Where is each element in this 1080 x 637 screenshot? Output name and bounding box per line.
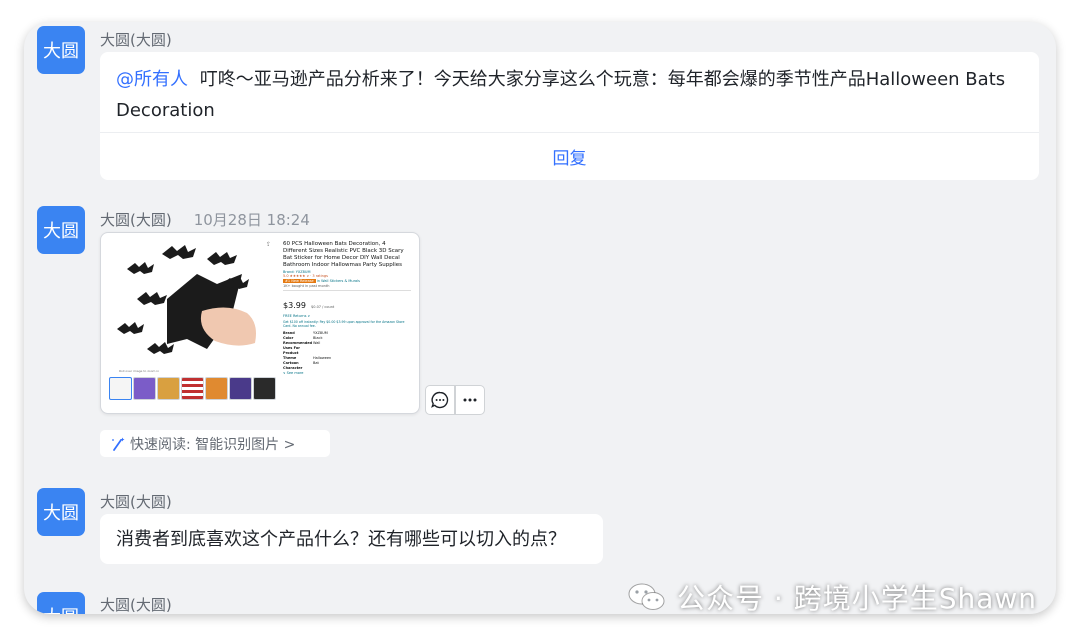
bat-product-image [117, 245, 256, 354]
returns-link: FREE Returns ∨ [283, 314, 311, 318]
thumbnail[interactable] [229, 377, 252, 400]
sender-line: 大圆(大圆) 10月28日 18:24 [100, 209, 310, 230]
thumbnail[interactable] [109, 377, 132, 400]
watermark-text: 公众号 · 跨境小学生Shawn [677, 582, 1038, 615]
bestseller-row: #1 New Release in Wall Stickers & Murals [283, 279, 411, 283]
product-rating: 5.0 ★★★★★ ∨ · 3 ratings [283, 274, 328, 278]
product-info: 60 PCS Halloween Bats Decoration, 4 Diff… [283, 241, 411, 375]
price-row: $3.99 $0.07 / count [283, 293, 411, 312]
sender-name[interactable]: 大圆(大圆) [100, 594, 172, 614]
thumbnail[interactable] [133, 377, 156, 400]
bought-count: 1K+ bought in past month [283, 284, 330, 288]
message-body: 叮咚～亚马逊产品分析来了！今天给大家分享这么个玩意：每年都会爆的季节性产品Hal… [116, 69, 1006, 121]
product-title: 60 PCS Halloween Bats Decoration, 4 Diff… [283, 241, 404, 268]
quick-read-button[interactable]: 快速阅读: 智能识别图片 > [100, 430, 330, 457]
message-text: 消费者到底喜欢这个产品什么？还有哪些可以切入的点？ [116, 529, 566, 550]
wechat-icon [628, 583, 665, 610]
avatar[interactable]: 大圆 [37, 488, 85, 536]
comment-button[interactable] [425, 385, 455, 415]
image-caption: Roll over image to zoom in [119, 369, 160, 373]
magic-wand-icon [112, 437, 125, 451]
comment-icon [431, 391, 449, 409]
thumbnail[interactable] [253, 377, 276, 400]
message-time: 10月28日 18:24 [193, 211, 310, 229]
spec-row: Recommended Uses For Product Wall [283, 341, 321, 355]
image-message[interactable]: Roll over image to zoom in ⇪ 60 PCS Hall… [100, 232, 420, 414]
see-more-link: ∨ See more [283, 371, 304, 375]
avatar[interactable]: 大圆 [37, 26, 85, 74]
watermark: 公众号 · 跨境小学生Shawn [627, 577, 1037, 617]
sender-name[interactable]: 大圆(大圆) [100, 491, 172, 512]
mention-all[interactable]: @所有人 [116, 69, 188, 90]
new-release-badge: #1 New Release [283, 279, 316, 283]
sender-name[interactable]: 大圆(大圆) [100, 29, 172, 50]
thumbnail[interactable] [181, 377, 204, 400]
spec-table: Brand YXZ8UM Color Black Recommended Uses … [283, 331, 411, 371]
share-icon: ⇪ [266, 241, 272, 248]
quick-read-label: 快速阅读: 智能识别图片 > [130, 436, 296, 453]
more-button[interactable] [455, 385, 485, 415]
promo-text: Get $100 off instantly: Pay $0.00 $3.99 … [283, 320, 405, 328]
reply-button[interactable]: 回复 [100, 132, 1039, 180]
message-bubble: 消费者到底喜欢这个产品什么？还有哪些可以切入的点？ [100, 514, 603, 564]
sender-name[interactable]: 大圆(大圆) [100, 211, 172, 229]
thumbnail[interactable] [205, 377, 228, 400]
avatar[interactable]: 大圆 [37, 206, 85, 254]
badge-category: in Wall Stickers & Murals [316, 279, 360, 283]
avatar[interactable]: 大圆 [37, 592, 85, 614]
more-dots-icon [463, 398, 477, 402]
thumbnail[interactable] [157, 377, 180, 400]
price-per-count: $0.07 / count [311, 305, 335, 309]
spec-row: Cartoon Character Bat [283, 361, 319, 370]
product-price: $3.99 [283, 301, 306, 310]
message-text: @所有人 叮咚～亚马逊产品分析来了！今天给大家分享这么个玩意：每年都会爆的季节性… [116, 64, 1016, 126]
message-bubble: @所有人 叮咚～亚马逊产品分析来了！今天给大家分享这么个玩意：每年都会爆的季节性… [100, 52, 1039, 180]
chat-window: 大圆 大圆(大圆) @所有人 叮咚～亚马逊产品分析来了！今天给大家分享这么个玩意… [24, 22, 1056, 614]
